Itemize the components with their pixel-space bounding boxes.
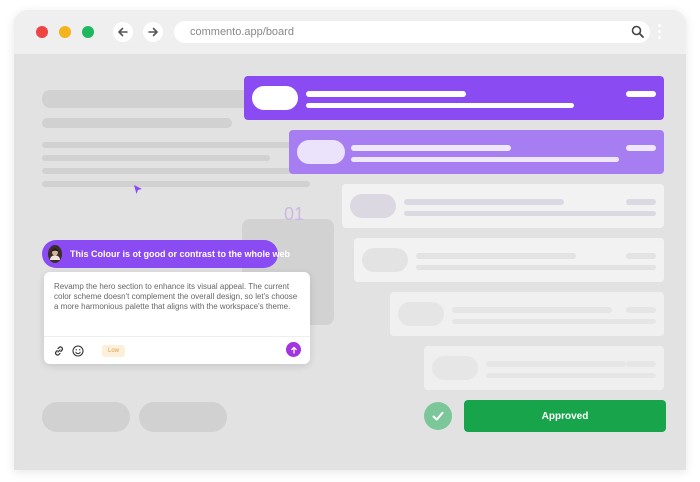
list-item-card[interactable] [289,130,664,174]
arrow-right-icon [148,27,158,37]
card-meta-line [626,145,656,151]
card-title-line [452,307,612,313]
card-meta-line [626,361,656,367]
list-item-card[interactable] [354,238,664,282]
card-meta-line [626,253,656,259]
send-button[interactable] [286,342,301,357]
skeleton-line [42,181,310,187]
card-desc-line [351,157,619,162]
card-meta-line [626,307,656,313]
comment-tag[interactable]: This Colour is ot good or contrast to th… [42,240,290,268]
address-bar[interactable]: commento.app/board [174,21,650,43]
skeleton-subheading [42,118,232,128]
priority-badge[interactable]: Low [102,345,126,357]
card-pill [297,140,345,164]
card-pill [432,356,478,380]
skeleton-heading [42,90,250,108]
emoji-icon[interactable] [71,344,85,358]
check-icon[interactable] [424,402,452,430]
list-item-card[interactable] [244,76,664,120]
comment-divider [44,336,310,337]
card-pill [362,248,408,272]
card-desc-line [306,103,574,108]
card-title-line [416,253,576,259]
browser-titlebar: commento.app/board [14,10,686,54]
comment-box: Revamp the hero section to enhance its v… [44,272,310,364]
card-title-line [351,145,511,151]
cursor-pointer-icon [134,185,142,194]
ghost-number: 01 [284,204,305,224]
card-pill [252,86,298,110]
link-icon[interactable] [52,344,66,358]
close-window-button[interactable] [36,26,48,38]
back-button[interactable] [113,22,133,42]
list-item-card[interactable] [424,346,664,390]
approved-button[interactable]: Approved [464,400,666,432]
card-pill [350,194,396,218]
card-title-line [404,199,564,205]
list-item-card[interactable] [342,184,664,228]
comment-tag-text: This Colour is ot good or contrast to th… [70,249,290,259]
search-icon[interactable] [631,25,644,43]
browser-window: commento.app/board 01 This Colour is ot … [14,10,686,470]
card-meta-line [626,91,656,97]
forward-button[interactable] [143,22,163,42]
skeleton-button [42,402,130,432]
more-options-icon[interactable] [658,22,662,42]
card-desc-line [404,211,656,216]
skeleton-line [42,142,310,148]
list-item-card[interactable] [390,292,664,336]
card-title-line [486,361,626,367]
avatar [48,245,62,263]
arrow-up-icon [290,346,297,354]
arrow-left-icon [118,27,128,37]
skeleton-line [42,168,300,174]
skeleton-button [139,402,227,432]
card-pill [398,302,444,326]
maximize-window-button[interactable] [82,26,94,38]
page-content: 01 This Colour is ot good or contrast to… [14,54,686,470]
card-desc-line [486,373,656,378]
minimize-window-button[interactable] [59,26,71,38]
card-desc-line [452,319,656,324]
comment-body[interactable]: Revamp the hero section to enhance its v… [54,282,302,312]
url-text: commento.app/board [190,26,294,38]
card-title-line [306,91,466,97]
card-meta-line [626,199,656,205]
card-desc-line [416,265,656,270]
skeleton-line [42,155,270,161]
